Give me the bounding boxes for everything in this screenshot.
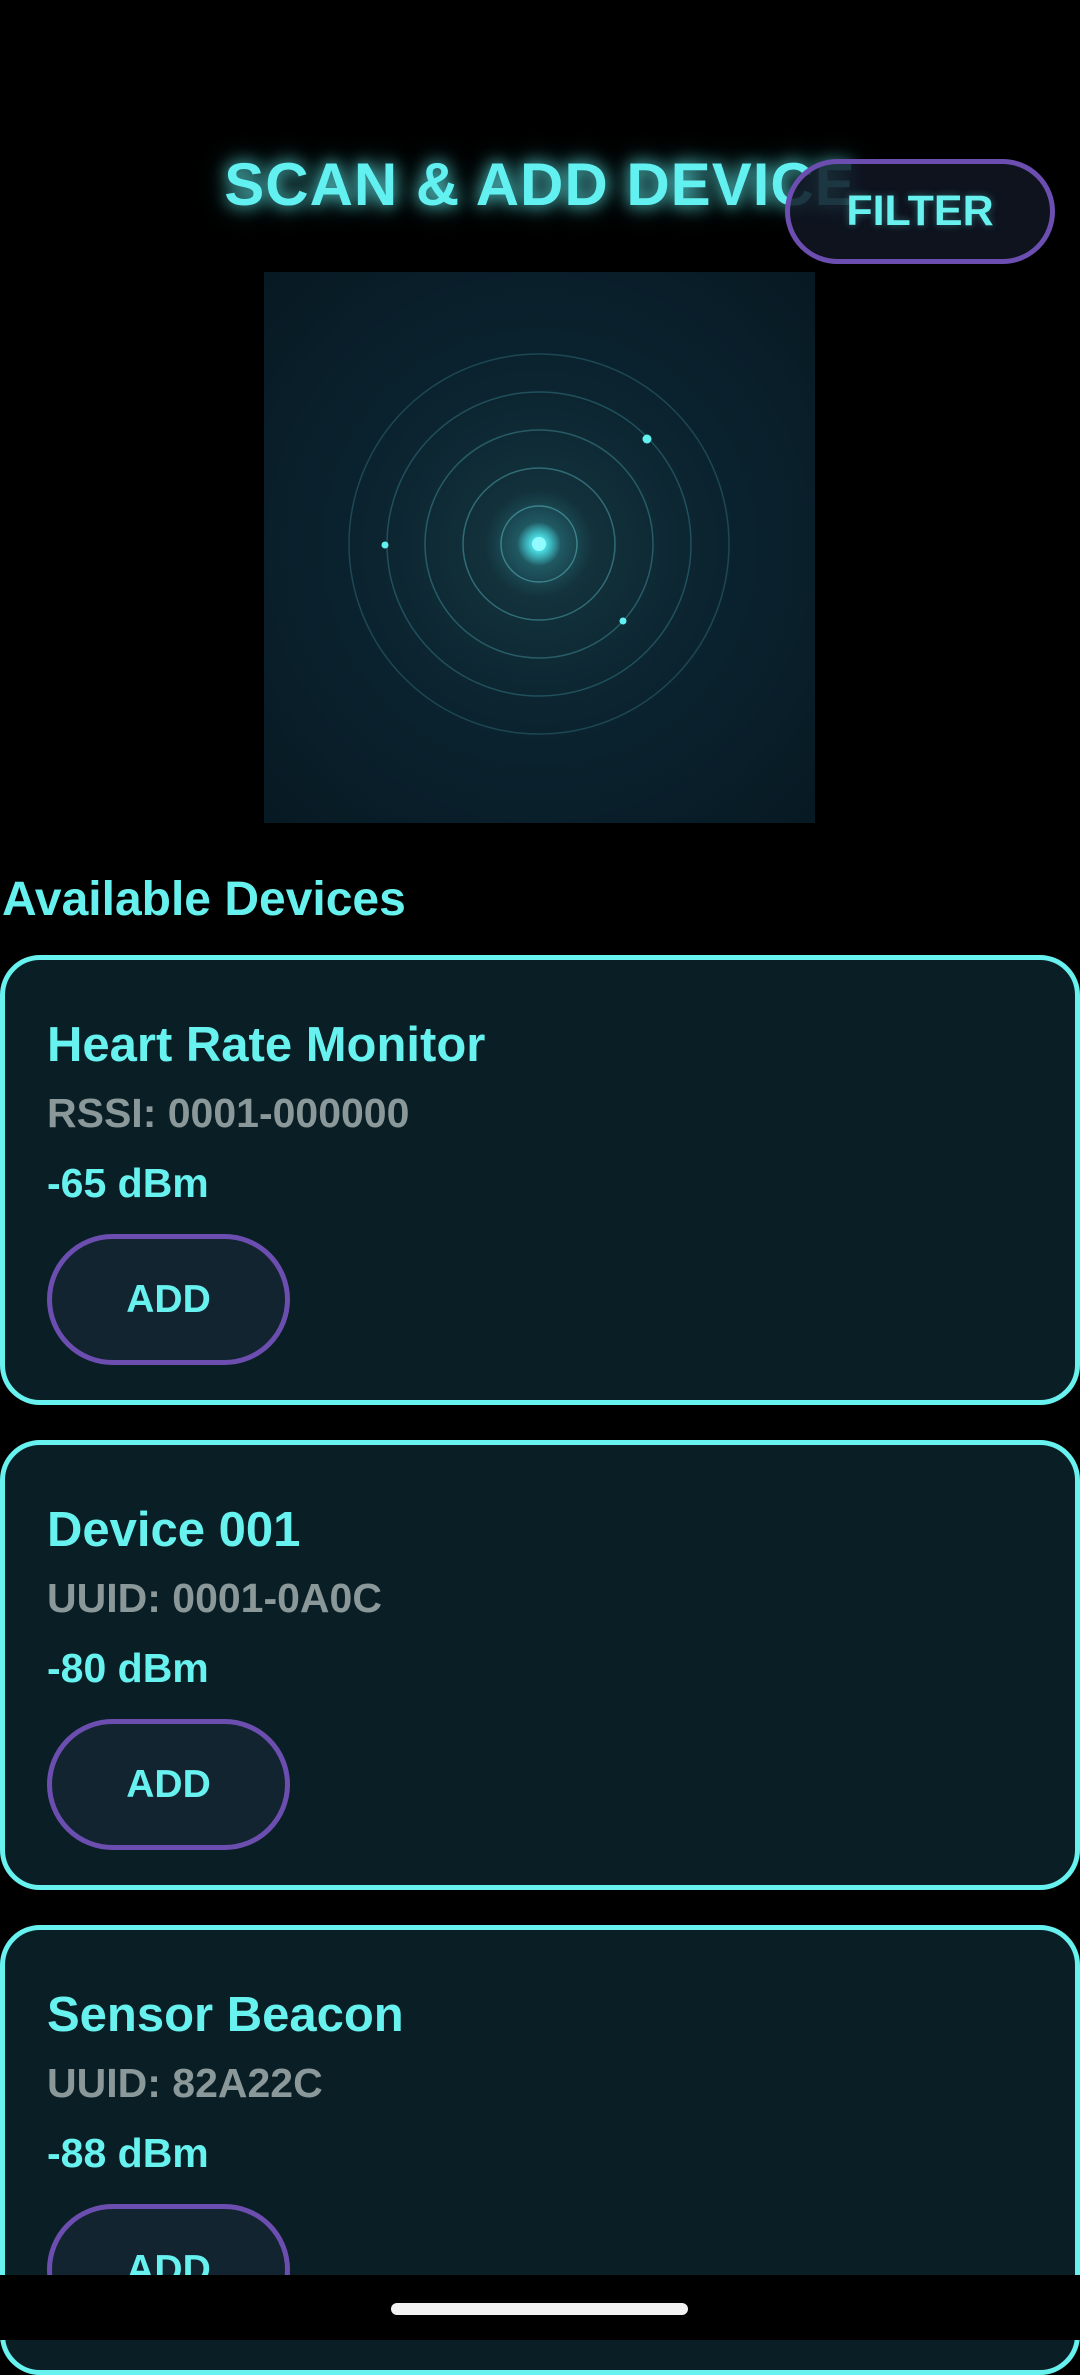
device-signal: -88 dBm	[47, 2130, 209, 2176]
device-card: Device 001 UUID: 0001-0A0C -80 dBm ADD	[0, 1440, 1080, 1890]
radar-core-dot	[532, 537, 546, 551]
available-devices-title: Available Devices	[2, 873, 406, 926]
filter-button[interactable]: FILTER	[785, 159, 1055, 264]
radar-scan-icon	[348, 353, 730, 735]
device-identifier: RSSI: 0001-000000	[47, 1090, 410, 1136]
home-indicator[interactable]	[391, 2303, 688, 2315]
radar-blip	[381, 541, 389, 549]
device-signal: -80 dBm	[47, 1645, 209, 1691]
device-name: Device 001	[47, 1503, 301, 1557]
device-identifier: UUID: 82A22C	[47, 2060, 323, 2106]
device-card: Heart Rate Monitor RSSI: 0001-000000 -65…	[0, 955, 1080, 1405]
system-navigation-bar	[0, 2275, 1080, 2340]
radar-blip	[642, 434, 652, 444]
add-device-button[interactable]: ADD	[47, 1719, 290, 1850]
add-device-button[interactable]: ADD	[47, 1234, 290, 1365]
device-name: Heart Rate Monitor	[47, 1018, 486, 1072]
header: SCAN & ADD DEVICE FILTER	[0, 0, 1080, 270]
device-signal: -65 dBm	[47, 1160, 209, 1206]
device-name: Sensor Beacon	[47, 1988, 404, 2042]
device-identifier: UUID: 0001-0A0C	[47, 1575, 382, 1621]
radar-blip	[619, 617, 627, 625]
radar-scanner	[264, 272, 815, 823]
